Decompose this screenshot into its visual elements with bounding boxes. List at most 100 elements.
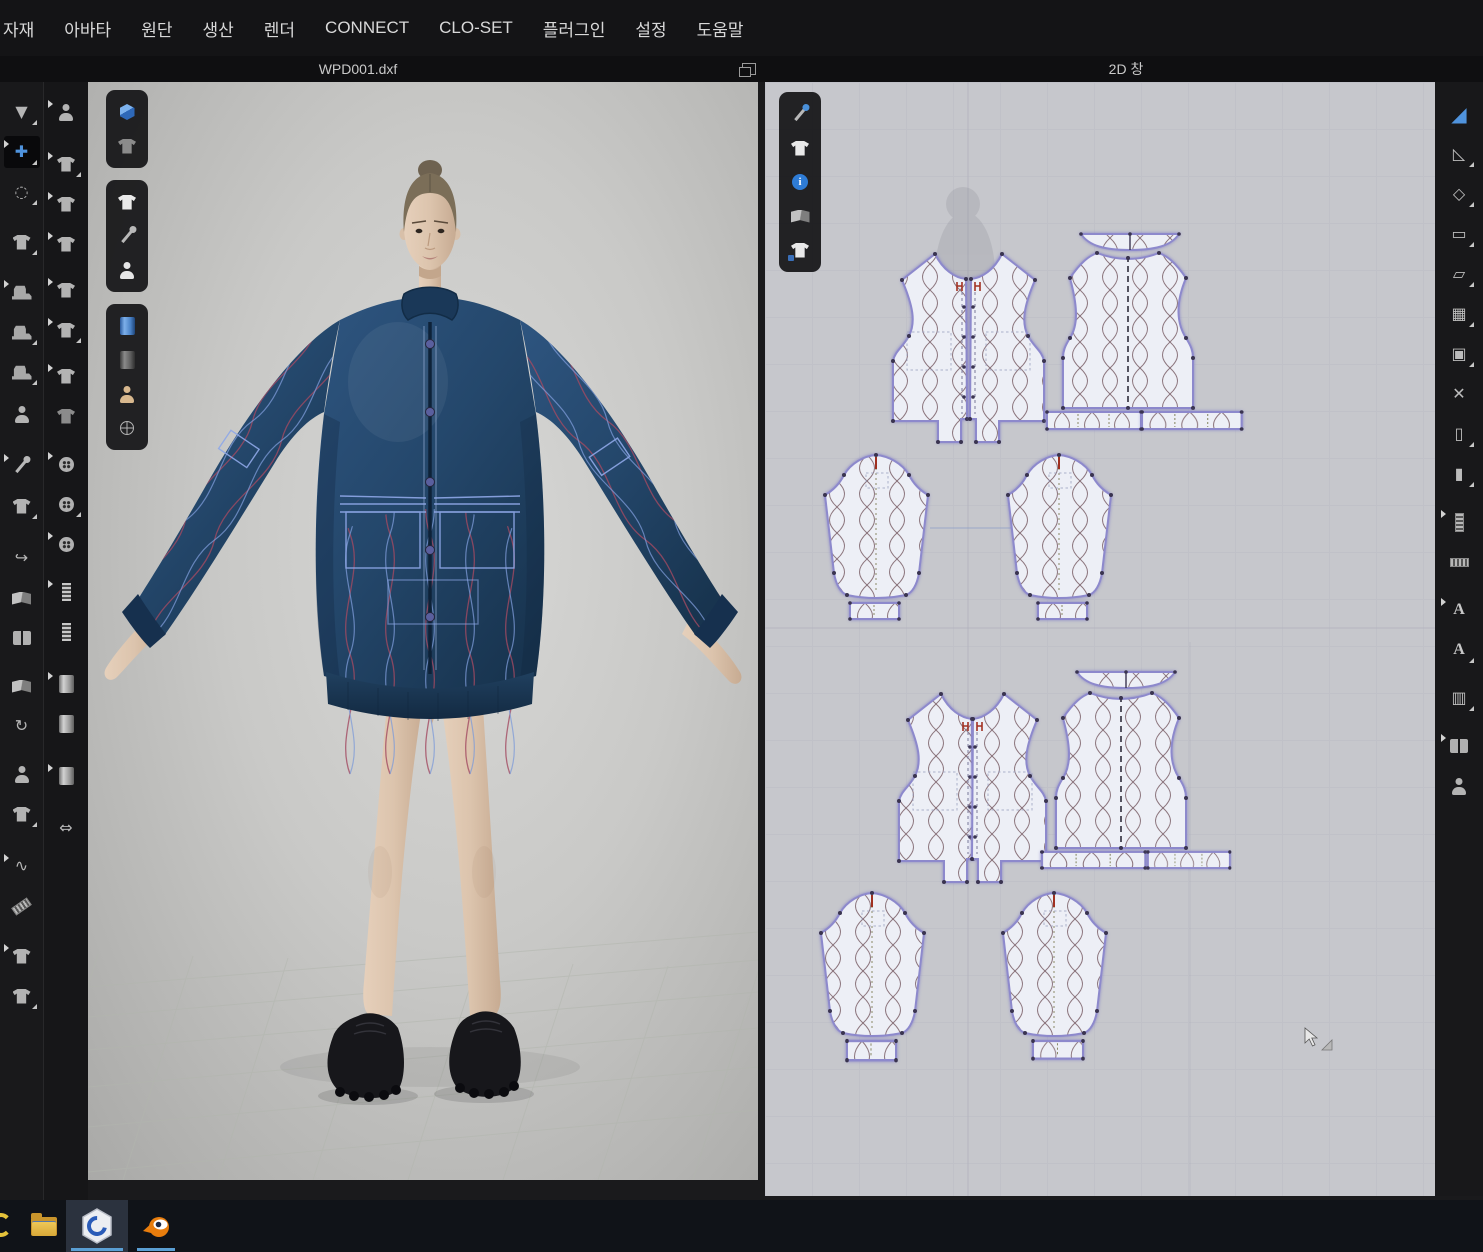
ruler-vertical-icon[interactable] [1441, 506, 1477, 538]
text-tool-icon[interactable] [1441, 594, 1477, 626]
menu-clo-set[interactable]: CLO-SET [424, 18, 528, 38]
fabric-roll-solid-icon[interactable] [48, 708, 84, 740]
dart-tool-icon[interactable]: ▣ [1441, 338, 1477, 370]
arrange-back-icon[interactable] [48, 188, 84, 220]
animation-mode-icon[interactable] [48, 96, 84, 128]
menu-fabric[interactable]: 원단 [126, 16, 187, 41]
arrange-wrap-icon[interactable] [48, 274, 84, 306]
fabric-roll-alt-icon[interactable] [48, 760, 84, 792]
arrange-front-icon[interactable] [48, 148, 84, 180]
blender-logo-icon [139, 1209, 173, 1243]
menu-bar: 자재아바타원단생산렌더CONNECTCLO-SET플러그인설정도움말 [0, 0, 1483, 56]
arrange-custom-icon[interactable] [48, 314, 84, 346]
garment-raise-icon[interactable] [4, 798, 40, 830]
free-sewing-icon[interactable] [4, 356, 40, 388]
sewing-person-icon[interactable] [4, 398, 40, 430]
button-move-icon[interactable] [48, 448, 84, 480]
cut-tool-icon[interactable]: ✕ [1441, 378, 1477, 410]
fabric-blue-icon[interactable] [112, 312, 142, 340]
edit-curve-icon[interactable]: ◇ [1441, 178, 1477, 210]
pattern-cut-sew-icon[interactable] [1441, 730, 1477, 762]
mannequin-icon[interactable] [112, 380, 142, 408]
pin-tool-icon[interactable] [4, 450, 40, 482]
arrange-side-icon[interactable] [48, 228, 84, 260]
rectangle-tool-icon[interactable]: ▭ [1441, 218, 1477, 250]
globe-icon[interactable] [112, 414, 142, 442]
edit-pattern-icon[interactable]: ◺ [1441, 138, 1477, 170]
partial-app-icon[interactable] [0, 1213, 12, 1237]
shape-trace-icon[interactable]: ▯ [1441, 418, 1477, 450]
tape-measure-icon[interactable]: ∿ [4, 850, 40, 882]
grading-icon[interactable]: ▥ [1441, 682, 1477, 714]
blender-running-indicator [137, 1248, 175, 1251]
clo-app-icon[interactable] [66, 1200, 128, 1252]
button-tool-icon[interactable] [48, 488, 84, 520]
menu-help[interactable]: 도움말 [682, 16, 759, 41]
fabric-open-icon[interactable] [4, 670, 40, 702]
ruler-horizontal-icon[interactable] [1441, 546, 1477, 578]
blender-icon[interactable] [132, 1200, 180, 1252]
needle-tool-icon[interactable] [785, 100, 815, 128]
transform-pattern-icon[interactable]: ◢ [1441, 98, 1477, 130]
fabric-2d-icon[interactable] [785, 202, 815, 230]
sewing-machine-icon[interactable] [4, 276, 40, 308]
avatar-garment-icon[interactable] [4, 758, 40, 790]
ghost-garment-icon[interactable] [112, 132, 142, 160]
ruler-tool-icon[interactable] [4, 890, 40, 922]
menu-plugin[interactable]: 플러그인 [528, 16, 621, 41]
segment-sewing-icon[interactable] [4, 316, 40, 348]
transform-cursor [1305, 1028, 1332, 1050]
text-style-icon[interactable] [1441, 634, 1477, 666]
menu-render[interactable]: 렌더 [249, 16, 310, 41]
file-explorer-icon[interactable] [26, 1200, 62, 1252]
avatar-pattern-icon[interactable] [1441, 770, 1477, 802]
texture-garment-icon[interactable] [48, 360, 84, 392]
folded-garment-icon[interactable] [4, 582, 40, 614]
zipper-tool-icon[interactable] [48, 576, 84, 608]
view3d-title: WPD001.dxf [88, 56, 628, 82]
buttonhole-tool-icon[interactable] [48, 528, 84, 560]
window-title-row: WPD001.dxf 2D 창 [0, 56, 1483, 82]
seam-line-icon[interactable]: ▮ [1441, 458, 1477, 490]
fold-arrangement-icon[interactable]: ↪ [4, 542, 40, 574]
show-garment-icon[interactable] [112, 188, 142, 216]
fabric-rotate-icon[interactable]: ↻ [4, 710, 40, 742]
menu-production[interactable]: 생산 [187, 16, 248, 41]
simulate-icon[interactable]: ▼ [4, 96, 40, 128]
viewport-3d[interactable] [88, 82, 758, 1180]
zipper-puller-icon[interactable] [48, 616, 84, 648]
pin-garment-icon[interactable] [4, 490, 40, 522]
fabric-toolgroup [106, 304, 148, 450]
view-toolgroup [106, 90, 148, 168]
garment-measure-icon[interactable] [4, 940, 40, 972]
menu-connect[interactable]: CONNECT [310, 18, 424, 38]
show-pattern-icon[interactable] [785, 134, 815, 162]
menu-settings[interactable]: 설정 [620, 16, 681, 41]
select-move-icon[interactable]: ✚ [4, 136, 40, 168]
avatar-head [400, 160, 461, 304]
fabric-dark-icon[interactable] [112, 346, 142, 374]
garment-panels-icon[interactable] [4, 622, 40, 654]
viewport-3d-toolbar [106, 90, 148, 462]
pattern-pieces-2d: .pc{fill:url(#og);stroke:#8d89cc;stroke-… [765, 82, 1435, 1196]
show-avatar-icon[interactable] [112, 256, 142, 284]
viewport-2d[interactable]: .pc{fill:url(#og);stroke:#8d89cc;stroke-… [765, 82, 1435, 1196]
pattern-toolgroup [779, 92, 821, 272]
checker-garment-icon[interactable] [48, 400, 84, 432]
trace-tool-icon[interactable]: ▦ [1441, 298, 1477, 330]
garment-measure-edit-icon[interactable] [4, 980, 40, 1012]
jacket-3d [88, 287, 758, 774]
select-garment-icon[interactable] [4, 226, 40, 258]
left-toolbar-column-1: ▼ ✚ ◌ ↪ ↻ ∿ [0, 82, 44, 1200]
puller-tool-icon[interactable]: ⇔ [48, 812, 84, 844]
menu-avatar[interactable]: 아바타 [49, 16, 126, 41]
pin-avatar-icon[interactable] [112, 222, 142, 250]
pattern-lock-icon[interactable] [785, 236, 815, 264]
info-icon[interactable] [785, 168, 815, 196]
polygon-tool-icon[interactable]: ▱ [1441, 258, 1477, 290]
view-cube-icon[interactable] [112, 98, 142, 126]
fabric-roll-icon[interactable] [48, 668, 84, 700]
detach-window-icon[interactable] [742, 63, 756, 75]
select-lasso-icon[interactable]: ◌ [4, 176, 40, 208]
menu-materials[interactable]: 자재 [0, 16, 49, 41]
